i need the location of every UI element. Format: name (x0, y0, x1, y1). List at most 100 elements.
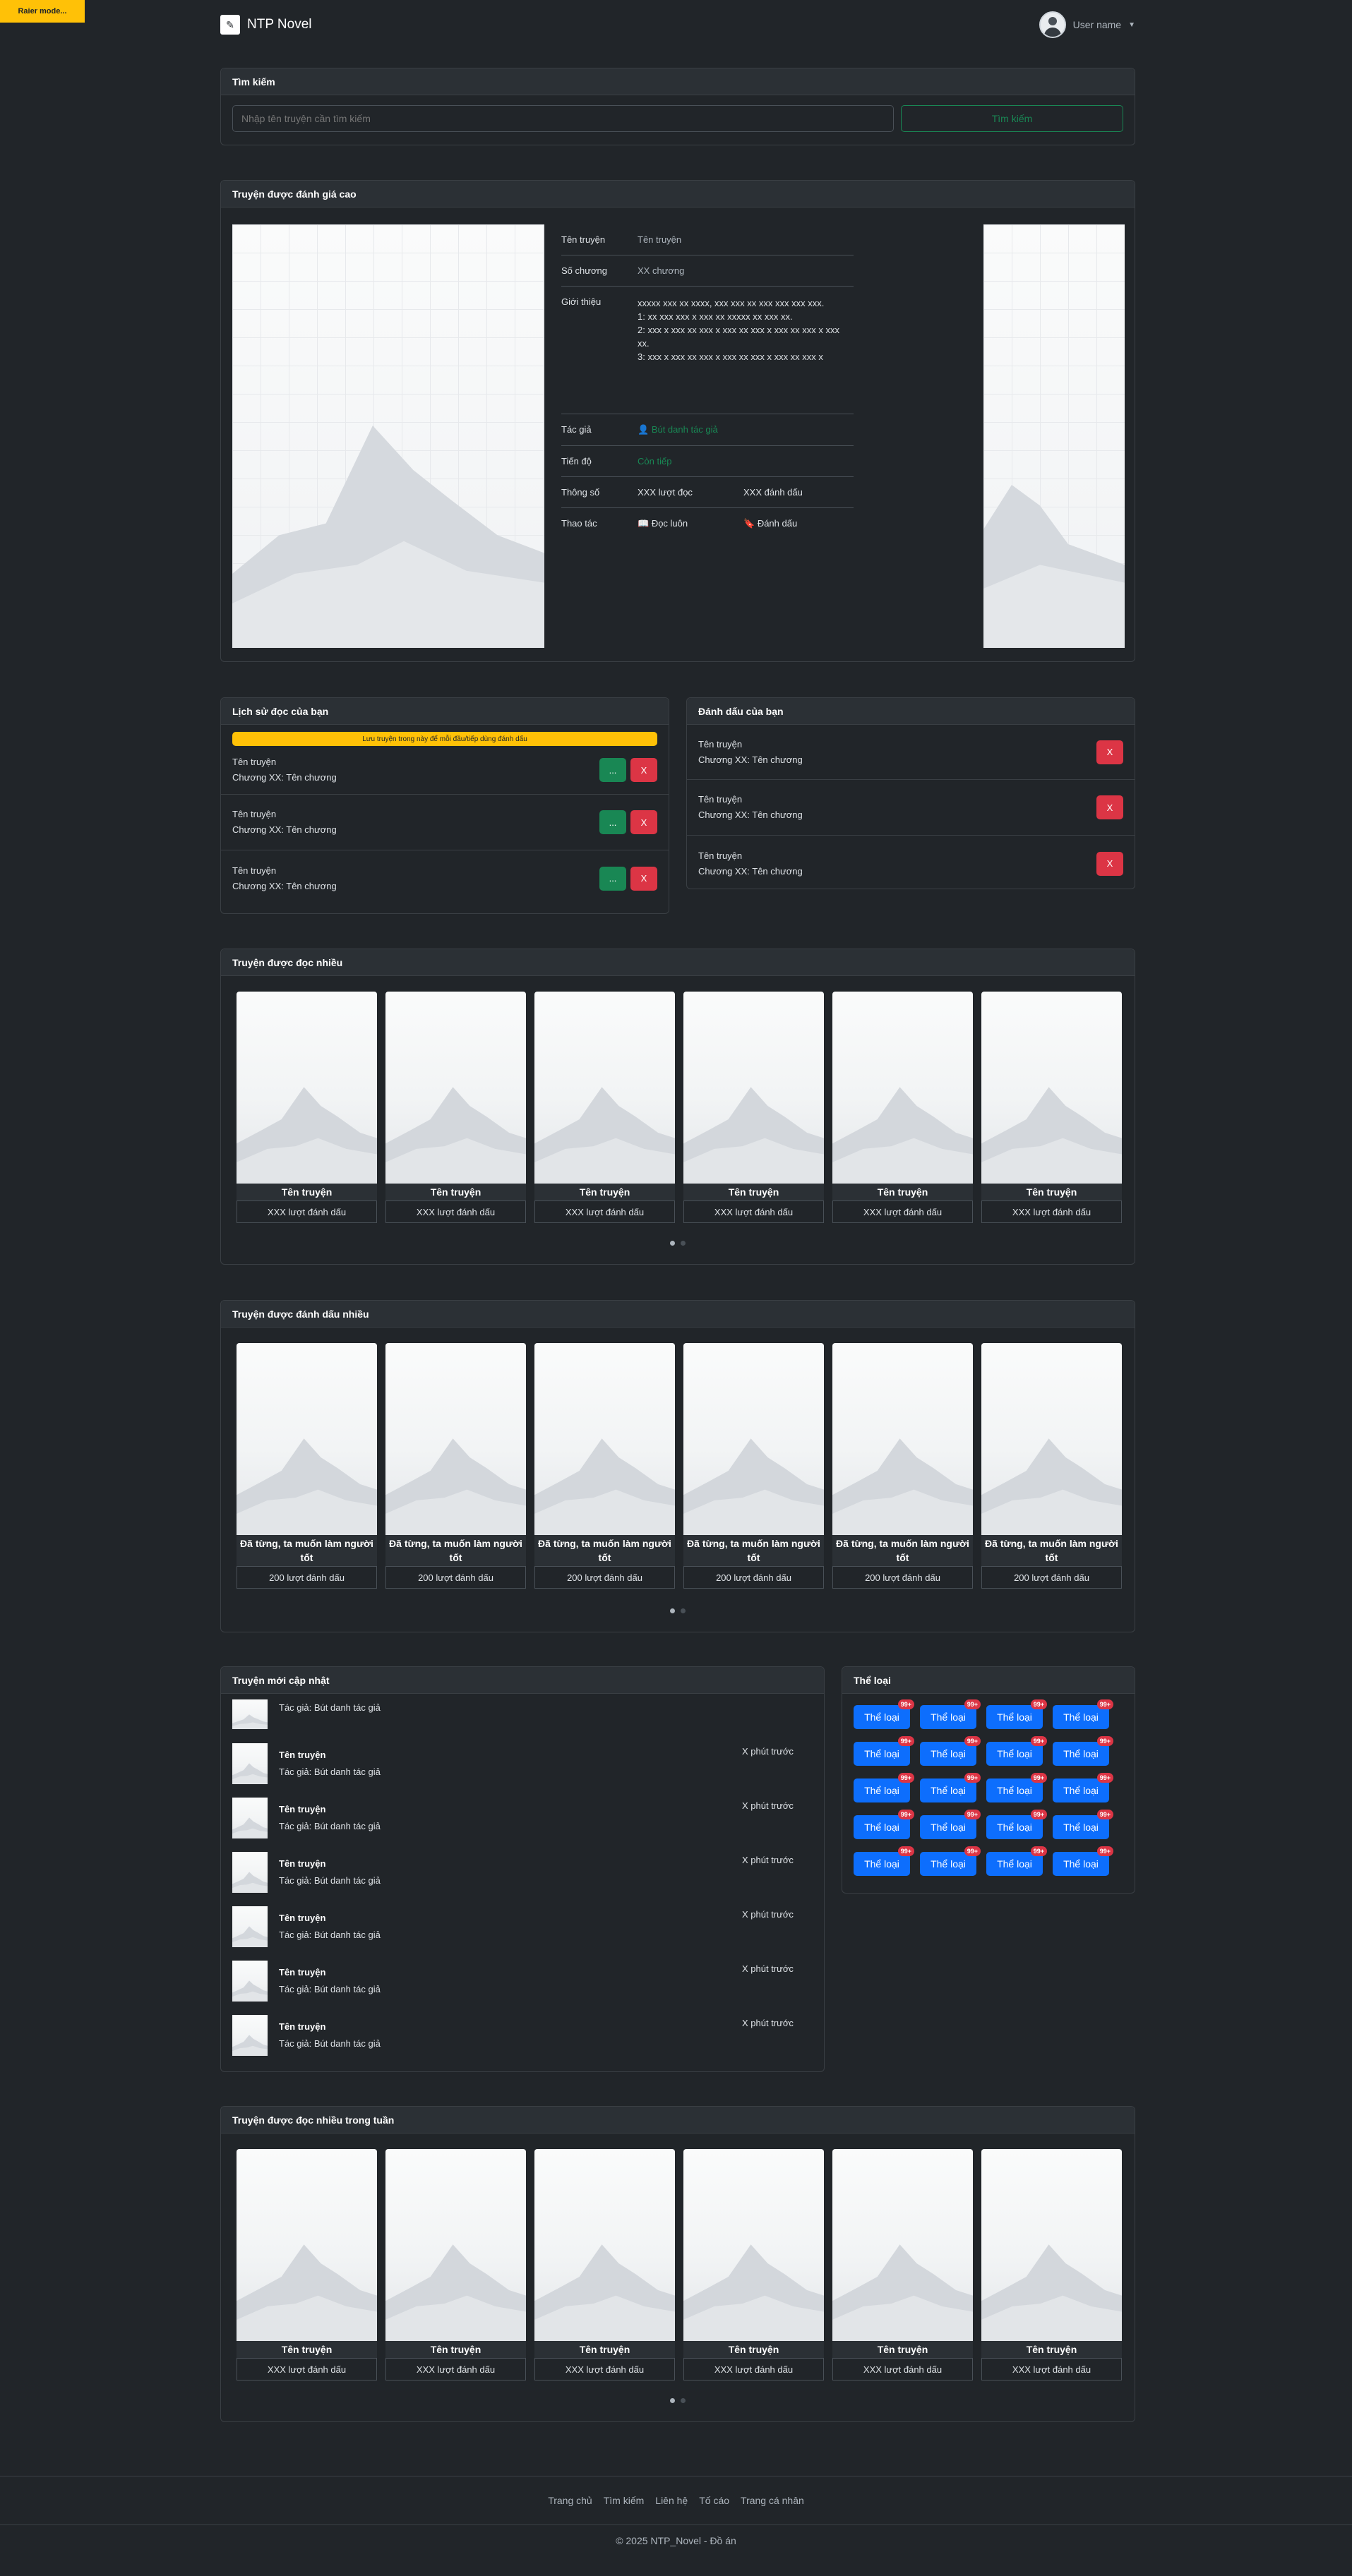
genre-button[interactable]: Thể loại 99+ (920, 1846, 981, 1876)
book-card[interactable]: Đã từng, ta muốn làm người tốt 200 lượt đ… (385, 1343, 526, 1589)
carousel-dot[interactable] (670, 1608, 675, 1613)
search-button[interactable]: Tìm kiếm (901, 105, 1123, 132)
book-cover[interactable] (385, 2149, 526, 2341)
new-update-thumb[interactable] (232, 2014, 268, 2056)
genre-button[interactable]: Thể loại 99+ (920, 1773, 981, 1802)
book-title[interactable]: Tên truyện (534, 1184, 675, 1200)
genre-button[interactable]: Thể loại 99+ (1053, 1810, 1113, 1839)
book-cover[interactable] (981, 992, 1122, 1184)
book-card[interactable]: Tên truyện XXX lượt đánh dấu (237, 992, 377, 1223)
book-cover[interactable] (534, 1343, 675, 1535)
book-title[interactable]: Tên truyện (534, 2341, 675, 2358)
genre-button[interactable]: Thể loại 99+ (854, 1699, 914, 1729)
remove-bookmark-button[interactable]: X (1096, 795, 1123, 819)
genre-button[interactable]: Thể loại 99+ (854, 1810, 914, 1839)
new-update-name[interactable]: Tên truyện (279, 1855, 742, 1872)
book-card[interactable]: Tên truyện XXX lượt đánh dấu (683, 992, 824, 1223)
genre-button[interactable]: Thể loại 99+ (1053, 1773, 1113, 1802)
book-cover[interactable] (237, 992, 377, 1184)
carousel-dot[interactable] (681, 1608, 686, 1613)
book-card[interactable]: Đã từng, ta muốn làm người tốt 200 lượt đ… (981, 1343, 1122, 1589)
history-name[interactable]: Tên truyện (232, 807, 337, 822)
book-title[interactable]: Đã từng, ta muốn làm người tốt (237, 1535, 377, 1566)
genre-button[interactable]: Thể loại 99+ (986, 1846, 1047, 1876)
footer-link[interactable]: Tố cáo (699, 2495, 729, 2506)
book-cover[interactable] (237, 2149, 377, 2341)
featured-cover-next[interactable] (983, 224, 1125, 648)
book-cover[interactable] (683, 2149, 824, 2341)
book-cover[interactable] (683, 1343, 824, 1535)
book-card[interactable]: Đã từng, ta muốn làm người tốt 200 lượt đ… (683, 1343, 824, 1589)
book-cover[interactable] (981, 1343, 1122, 1535)
footer-link[interactable]: Trang cá nhân (741, 2495, 804, 2506)
remove-bookmark-button[interactable]: X (1096, 851, 1123, 876)
history-name[interactable]: Tên truyện (232, 754, 337, 770)
remove-button[interactable]: X (630, 810, 657, 834)
footer-link[interactable]: Liên hệ (655, 2495, 688, 2506)
book-cover[interactable] (832, 992, 973, 1184)
book-cover[interactable] (832, 1343, 973, 1535)
new-update-name[interactable]: Tên truyện (279, 1747, 742, 1764)
continue-button[interactable]: ... (599, 810, 626, 834)
book-card[interactable]: Tên truyện XXX lượt đánh dấu (832, 2149, 973, 2381)
genre-button[interactable]: Thể loại 99+ (1053, 1846, 1113, 1876)
book-cover[interactable] (683, 992, 824, 1184)
genre-button[interactable]: Thể loại 99+ (1053, 1736, 1113, 1766)
book-card[interactable]: Tên truyện XXX lượt đánh dấu (385, 992, 526, 1223)
remove-bookmark-button[interactable]: X (1096, 740, 1123, 764)
book-cover[interactable] (385, 1343, 526, 1535)
bookmark-name[interactable]: Tên truyện (698, 848, 803, 864)
featured-cover[interactable] (232, 224, 544, 648)
book-card[interactable]: Tên truyện XXX lượt đánh dấu (534, 992, 675, 1223)
remove-button[interactable]: X (630, 758, 657, 782)
carousel-dot[interactable] (670, 2398, 675, 2403)
book-card[interactable]: Đã từng, ta muốn làm người tốt 200 lượt đ… (832, 1343, 973, 1589)
carousel-dot[interactable] (681, 1241, 686, 1246)
genre-button[interactable]: Thể loại 99+ (986, 1736, 1047, 1766)
book-title[interactable]: Tên truyện (237, 2341, 377, 2358)
new-update-thumb[interactable] (232, 1699, 268, 1729)
user-menu[interactable]: User name ▼ (1039, 11, 1135, 38)
book-card[interactable]: Tên truyện XXX lượt đánh dấu (981, 992, 1122, 1223)
book-title[interactable]: Tên truyện (385, 1184, 526, 1200)
new-update-thumb[interactable] (232, 1797, 268, 1838)
genre-button[interactable]: Thể loại 99+ (854, 1736, 914, 1766)
new-update-name[interactable]: Tên truyện (279, 1964, 742, 1981)
book-title[interactable]: Tên truyện (832, 2341, 973, 2358)
new-update-thumb[interactable] (232, 1851, 268, 1893)
carousel-dot[interactable] (670, 1241, 675, 1246)
new-update-name[interactable]: Tên truyện (279, 2018, 742, 2035)
new-update-name[interactable]: Tên truyện (279, 1801, 742, 1818)
book-title[interactable]: Tên truyện (832, 1184, 973, 1200)
genre-button[interactable]: Thể loại 99+ (920, 1810, 981, 1839)
read-now-button[interactable]: 📖 Đọc luôn (638, 518, 743, 529)
footer-link[interactable]: Tìm kiếm (604, 2495, 645, 2506)
genre-button[interactable]: Thể loại 99+ (986, 1699, 1047, 1729)
book-cover[interactable] (832, 2149, 973, 2341)
new-update-thumb[interactable] (232, 1960, 268, 2002)
remove-button[interactable]: X (630, 866, 657, 891)
book-title[interactable]: Tên truyện (385, 2341, 526, 2358)
genre-button[interactable]: Thể loại 99+ (986, 1773, 1047, 1802)
book-cover[interactable] (534, 2149, 675, 2341)
book-cover[interactable] (237, 1343, 377, 1535)
book-title[interactable]: Tên truyện (981, 1184, 1122, 1200)
book-title[interactable]: Tên truyện (237, 1184, 377, 1200)
bookmark-name[interactable]: Tên truyện (698, 792, 803, 807)
book-card[interactable]: Tên truyện XXX lượt đánh dấu (237, 2149, 377, 2381)
book-title[interactable]: Đã từng, ta muốn làm người tốt (683, 1535, 824, 1566)
genre-button[interactable]: Thể loại 99+ (920, 1736, 981, 1766)
book-title[interactable]: Đã từng, ta muốn làm người tốt (534, 1535, 675, 1566)
book-card[interactable]: Tên truyện XXX lượt đánh dấu (534, 2149, 675, 2381)
book-card[interactable]: Tên truyện XXX lượt đánh dấu (981, 2149, 1122, 2381)
book-card[interactable]: Tên truyện XXX lượt đánh dấu (385, 2149, 526, 2381)
book-cover[interactable] (534, 992, 675, 1184)
book-title[interactable]: Tên truyện (683, 1184, 824, 1200)
featured-author-link[interactable]: 👤 Bút danh tác giả (638, 424, 854, 435)
history-name[interactable]: Tên truyện (232, 863, 337, 879)
new-update-name[interactable]: Tên truyện (279, 1910, 742, 1927)
book-cover[interactable] (385, 992, 526, 1184)
continue-button[interactable]: ... (599, 866, 626, 891)
book-card[interactable]: Đã từng, ta muốn làm người tốt 200 lượt đ… (534, 1343, 675, 1589)
book-card[interactable]: Tên truyện XXX lượt đánh dấu (832, 992, 973, 1223)
